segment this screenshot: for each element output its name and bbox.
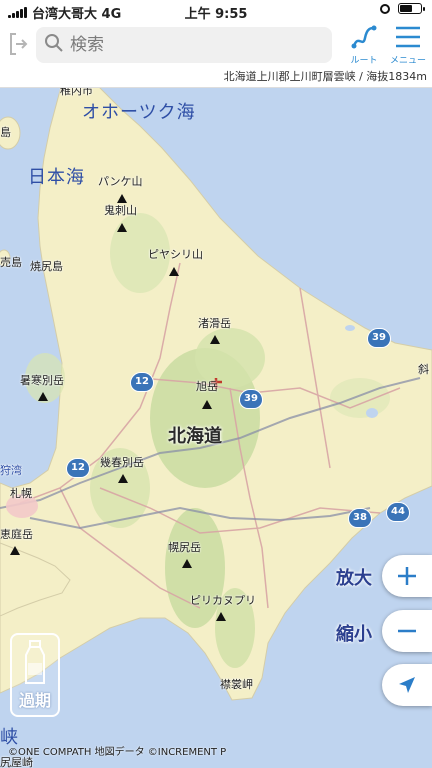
place-asahi: 旭岳 (196, 380, 218, 393)
sea-okhotsk: オホーツク海 (82, 102, 196, 123)
location-info: 北海道上川郡上川町層雲峡 / 海抜1834m (0, 66, 432, 88)
route-icon (351, 25, 377, 49)
peak-icon (10, 540, 20, 559)
exit-icon[interactable] (9, 32, 29, 56)
peak-icon (169, 261, 179, 280)
search-input[interactable] (70, 35, 310, 55)
zoom-out-button[interactable] (382, 610, 432, 652)
route-button[interactable]: ルート (342, 24, 386, 66)
search-bar[interactable] (36, 27, 332, 63)
place-pankeyama: パンケ山 (98, 175, 143, 188)
map-copyright: ©ONE COMPATH 地図データ ©INCREMENT P (8, 747, 227, 758)
menu-button[interactable]: メニュー (386, 24, 430, 66)
route-badge: 38 (348, 508, 372, 528)
milk-bottle-icon (25, 640, 45, 684)
peak-icon (118, 468, 128, 487)
region-name: 北海道 (168, 426, 222, 447)
location-arrow-icon (399, 677, 415, 693)
map-view[interactable]: オホーツク海 日本海 峡 稚内市 島 パンケ山 鬼刺山 ピヤシリ山 売島 焼尻島… (0, 88, 432, 768)
zoom-in-label: 放大 (336, 568, 372, 589)
route-badge: 39 (239, 389, 263, 409)
current-location-button[interactable] (382, 664, 432, 706)
route-badge: 12 (66, 458, 90, 478)
route-badge: 39 (367, 328, 391, 348)
place-onisashi: 鬼刺山 (104, 204, 137, 217)
peak-icon (216, 606, 226, 625)
out-of-date-badge[interactable]: 過期 (10, 633, 60, 717)
route-label: ルート (350, 56, 378, 66)
place-shiretoko: 斜 (418, 363, 429, 376)
status-bar: 台湾大哥大 4G 上午 9:55 (0, 0, 432, 22)
place-rebun: 島 (0, 126, 11, 139)
place-ishikari: 狩湾 (0, 464, 22, 477)
peak-icon (117, 217, 127, 236)
place-teuri: 売島 (0, 256, 22, 269)
peak-icon (210, 329, 220, 348)
route-badge: 12 (130, 372, 154, 392)
top-bar: ルート メニュー (0, 22, 432, 66)
menu-label: メニュー (389, 56, 426, 66)
alarm-icon (380, 3, 390, 14)
minus-icon (398, 629, 416, 633)
place-sapporo: 札幌 (10, 487, 32, 500)
route-badge: 44 (386, 502, 410, 522)
battery-level (400, 5, 412, 12)
sea-japan: 日本海 (28, 167, 85, 188)
plus-icon (398, 567, 416, 585)
place-yagishiri: 焼尻島 (30, 260, 63, 273)
menu-icon (396, 26, 420, 48)
place-erimo: 襟裳岬 (220, 678, 253, 691)
peak-icon (182, 553, 192, 572)
search-icon (44, 33, 64, 57)
status-time: 上午 9:55 (184, 7, 248, 22)
zoom-in-button[interactable] (382, 555, 432, 597)
zoom-out-label: 縮小 (336, 624, 372, 645)
peak-icon (202, 394, 212, 413)
place-pisshiri: ピヤシリ山 (148, 248, 203, 261)
place-wakkanai: 稚内市 (60, 88, 93, 97)
battery-icon (398, 3, 425, 14)
peak-icon (38, 386, 48, 405)
out-of-date-label: 過期 (18, 691, 51, 710)
